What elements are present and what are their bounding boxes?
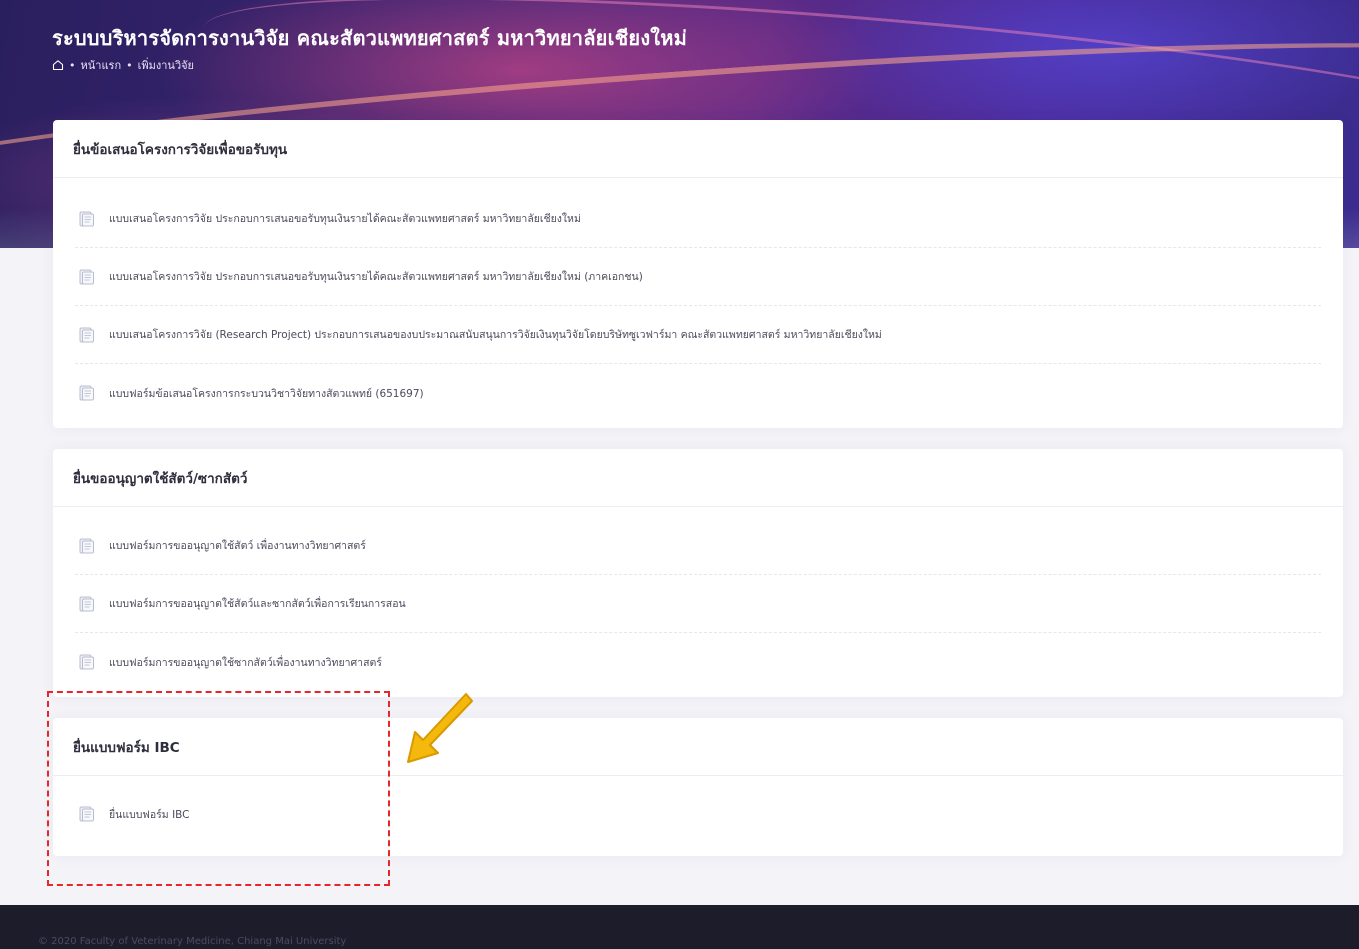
section-ibc-form: ยื่นแบบฟอร์ม IBC ยื่นแบบฟอร์ม IBC (53, 718, 1343, 856)
form-link-research-private-sector[interactable]: แบบเสนอโครงการวิจัย ประกอบการเสนอขอรับทุ… (75, 248, 1321, 306)
form-link-label: แบบฟอร์มการขออนุญาตใช้สัตว์ เพื่องานทางว… (109, 540, 366, 552)
document-icon (79, 806, 94, 822)
document-icon (79, 269, 94, 284)
home-icon[interactable] (52, 59, 64, 71)
document-icon (79, 538, 94, 553)
form-link-label: แบบฟอร์มการขออนุญาตใช้สัตว์และซากสัตว์เพ… (109, 598, 406, 610)
section-research-proposal: ยื่นข้อเสนอโครงการวิจัยเพื่อขอรับทุน แบบ… (53, 120, 1343, 428)
breadcrumb-separator: • (126, 58, 133, 72)
form-link-research-project-sponsored[interactable]: แบบเสนอโครงการวิจัย (Research Project) ป… (75, 306, 1321, 364)
document-icon (79, 654, 94, 670)
section-title: ยื่นข้อเสนอโครงการวิจัยเพื่อขอรับทุน (53, 120, 1343, 178)
section-animal-use-permission: ยื่นขออนุญาตใช้สัตว์/ซากสัตว์ แบบฟอร์มกา… (53, 449, 1343, 697)
section-title: ยื่นแบบฟอร์ม IBC (53, 718, 1343, 776)
copyright-text: © 2020 Faculty of Veterinary Medicine, C… (38, 936, 347, 947)
form-link-label: ยื่นแบบฟอร์ม IBC (109, 808, 190, 821)
form-link-label: แบบเสนอโครงการวิจัย ประกอบการเสนอขอรับทุ… (109, 271, 643, 283)
breadcrumb: • หน้าแรก • เพิ่มงานวิจัย (52, 56, 194, 74)
document-icon (79, 385, 94, 401)
form-link-carcass-use-science[interactable]: แบบฟอร์มการขออนุญาตใช้ซากสัตว์เพื่องานทา… (75, 633, 1321, 691)
form-link-research-income-fund[interactable]: แบบเสนอโครงการวิจัย ประกอบการเสนอขอรับทุ… (75, 190, 1321, 248)
footer: © 2020 Faculty of Veterinary Medicine, C… (0, 905, 1359, 949)
form-link-animal-use-teaching[interactable]: แบบฟอร์มการขออนุญาตใช้สัตว์และซากสัตว์เพ… (75, 575, 1321, 633)
document-icon (79, 211, 94, 226)
form-link-ibc[interactable]: ยื่นแบบฟอร์ม IBC (75, 786, 1321, 842)
arrow-icon (407, 693, 473, 763)
document-icon (79, 327, 94, 342)
form-link-animal-use-science[interactable]: แบบฟอร์มการขออนุญาตใช้สัตว์ เพื่องานทางว… (75, 517, 1321, 575)
breadcrumb-current: เพิ่มงานวิจัย (137, 59, 195, 72)
form-link-label: แบบฟอร์มการขออนุญาตใช้ซากสัตว์เพื่องานทา… (109, 656, 382, 669)
form-link-label: แบบฟอร์มข้อเสนอโครงการกระบวนวิชาวิจัยทาง… (109, 387, 424, 400)
form-link-label: แบบเสนอโครงการวิจัย ประกอบการเสนอขอรับทุ… (109, 213, 581, 225)
breadcrumb-separator: • (69, 58, 76, 72)
document-icon (79, 596, 94, 611)
page-title: ระบบบริหารจัดการงานวิจัย คณะสัตวแพทยศาสต… (52, 26, 688, 50)
form-link-label: แบบเสนอโครงการวิจัย (Research Project) ป… (109, 329, 882, 341)
breadcrumb-home-link[interactable]: หน้าแรก (81, 56, 122, 74)
form-link-course-research-proposal[interactable]: แบบฟอร์มข้อเสนอโครงการกระบวนวิชาวิจัยทาง… (75, 364, 1321, 422)
section-title: ยื่นขออนุญาตใช้สัตว์/ซากสัตว์ (53, 449, 1343, 507)
